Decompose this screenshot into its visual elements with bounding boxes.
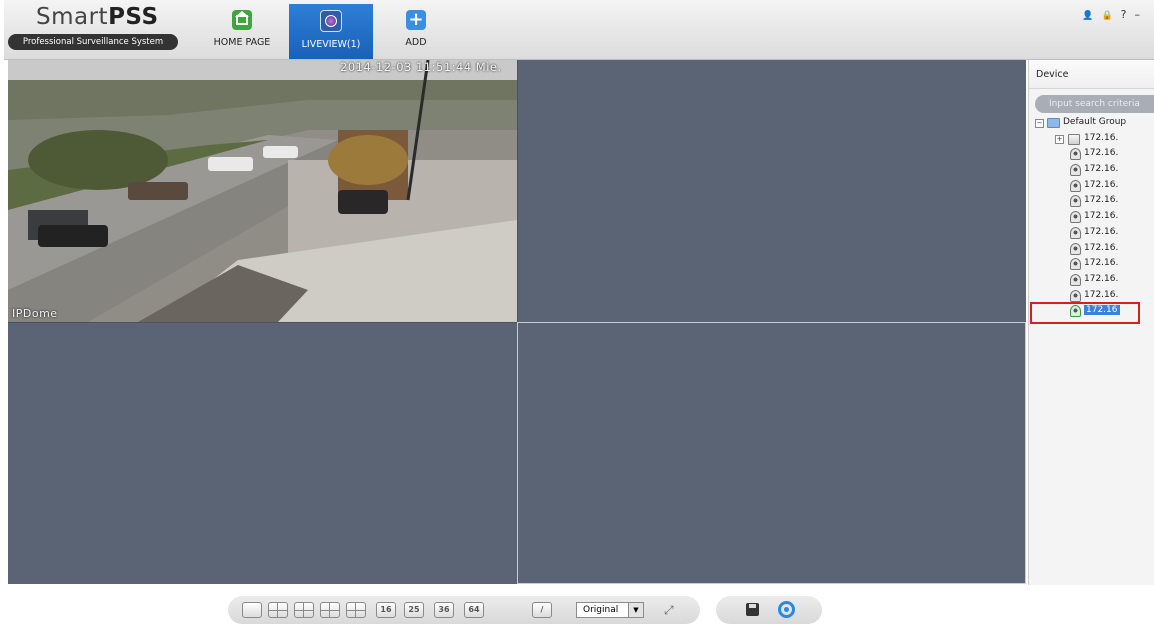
top-bar: SmartPSS Professional Surveillance Syste…: [4, 0, 1154, 60]
liveview-icon: [320, 10, 342, 32]
tree-channel-row[interactable]: 172.16.: [1035, 179, 1154, 195]
home-icon: [232, 10, 252, 30]
tab-add-label: ADD: [405, 37, 427, 48]
camera-timestamp: 2014-12-03 11:51:44 Mie.: [340, 60, 502, 74]
nvr-device-icon: [1068, 133, 1080, 145]
minimize-icon[interactable]: –: [1135, 8, 1149, 21]
tree-channel-row[interactable]: 172.16.: [1035, 194, 1154, 210]
selection-highlight-box: [1030, 302, 1140, 324]
tab-liveview[interactable]: LIVEVIEW(1): [289, 4, 373, 59]
video-pane-3[interactable]: [8, 322, 517, 584]
tree-channel-row[interactable]: 172.16.: [1035, 242, 1154, 258]
collapse-icon[interactable]: −: [1035, 119, 1044, 128]
channel-label: 172.16.: [1084, 242, 1119, 253]
layout-toolbar: 16 25 36 64 / Original ▼ ⤢: [228, 596, 700, 624]
layout-25-button[interactable]: 25: [404, 602, 424, 618]
tree-channel-row[interactable]: 172.16.: [1035, 226, 1154, 242]
video-pane-2[interactable]: [517, 60, 1026, 322]
tree-channel-row[interactable]: 172.16.: [1035, 210, 1154, 226]
layout-4-button[interactable]: [268, 602, 288, 618]
layout-9-button[interactable]: [346, 602, 366, 618]
expand-icon[interactable]: +: [1055, 134, 1064, 144]
view-actions-toolbar: [716, 596, 822, 624]
user-icon[interactable]: 👤: [1082, 11, 1101, 21]
camera-icon: [1070, 242, 1081, 255]
camera-icon: [1070, 148, 1081, 161]
window-controls: 👤🔒?–: [1082, 8, 1148, 21]
plus-icon: +: [406, 10, 426, 30]
help-icon[interactable]: ?: [1121, 8, 1135, 21]
folder-icon: [1047, 118, 1060, 128]
camera-icon: [1070, 164, 1081, 177]
tree-channel-row[interactable]: 172.16.: [1035, 257, 1154, 273]
tree-group-row[interactable]: − Default Group: [1035, 116, 1154, 132]
camera-icon: [1070, 211, 1081, 224]
stream-size-select[interactable]: Original ▼: [576, 602, 644, 618]
tab-home-page[interactable]: HOME PAGE: [207, 4, 277, 59]
layout-64-button[interactable]: 64: [464, 602, 484, 618]
device-panel-title: Device: [1029, 60, 1154, 89]
tree-channel-row[interactable]: 172.16.: [1035, 147, 1154, 163]
device-search-input[interactable]: [1035, 95, 1154, 113]
app-logo: SmartPSS Professional Surveillance Syste…: [8, 4, 180, 52]
layout-8-button[interactable]: [320, 602, 340, 618]
camera-icon: [1070, 289, 1081, 302]
video-pane-1[interactable]: 2014-12-03 11:51:44 Mie. IPDome: [8, 60, 517, 322]
chevron-down-icon: ▼: [628, 603, 643, 617]
fullscreen-icon[interactable]: ⤢: [664, 603, 674, 618]
channel-label: 172.16.: [1084, 289, 1119, 300]
layout-36-button[interactable]: 36: [434, 602, 454, 618]
camera-icon: [1070, 273, 1081, 286]
refresh-icon[interactable]: [778, 601, 795, 618]
camera-icon: [1070, 179, 1081, 192]
channel-label: 172.16.: [1084, 273, 1119, 284]
channel-label: 172.16.: [1084, 258, 1119, 269]
channel-label: 172.16.: [1084, 226, 1119, 237]
layout-16-button[interactable]: 16: [376, 602, 396, 618]
camera-feed-image: [8, 60, 517, 322]
tree-device-row[interactable]: + 172.16.: [1035, 132, 1154, 148]
tab-liveview-label: LIVEVIEW(1): [301, 39, 361, 50]
custom-layout-edit-button[interactable]: /: [532, 602, 552, 618]
lock-icon[interactable]: 🔒: [1101, 11, 1120, 21]
video-pane-4[interactable]: [517, 322, 1026, 584]
channel-label: 172.16.: [1084, 148, 1119, 159]
layout-6-button[interactable]: [294, 602, 314, 618]
bottom-toolbar: 16 25 36 64 / Original ▼ ⤢: [4, 585, 1154, 624]
device-label: 172.16.: [1084, 132, 1119, 143]
camera-name: IPDome: [12, 307, 58, 320]
layout-1-button[interactable]: [242, 602, 262, 618]
device-tree: − Default Group + 172.16. 172.16. 172.16…: [1035, 116, 1154, 320]
channel-label: 172.16.: [1084, 164, 1119, 175]
save-view-icon[interactable]: [746, 603, 759, 616]
tab-add[interactable]: + ADD: [381, 4, 451, 59]
video-grid: 2014-12-03 11:51:44 Mie. IPDome: [8, 60, 1026, 584]
group-label: Default Group: [1063, 117, 1127, 127]
logo-subtitle: Professional Surveillance System: [8, 34, 178, 50]
stream-size-value: Original: [583, 605, 619, 615]
tree-channel-row[interactable]: 172.16.: [1035, 163, 1154, 179]
tree-channel-row[interactable]: 172.16.: [1035, 273, 1154, 289]
camera-icon: [1070, 195, 1081, 208]
logo-title: SmartPSS: [36, 4, 159, 30]
channel-label: 172.16.: [1084, 211, 1119, 222]
channel-label: 172.16.: [1084, 195, 1119, 206]
camera-icon: [1070, 258, 1081, 271]
device-panel: Device − Default Group + 172.16. 172.16.…: [1028, 60, 1154, 624]
channel-label: 172.16.: [1084, 179, 1119, 190]
camera-icon: [1070, 226, 1081, 239]
tab-home-page-label: HOME PAGE: [213, 37, 271, 48]
